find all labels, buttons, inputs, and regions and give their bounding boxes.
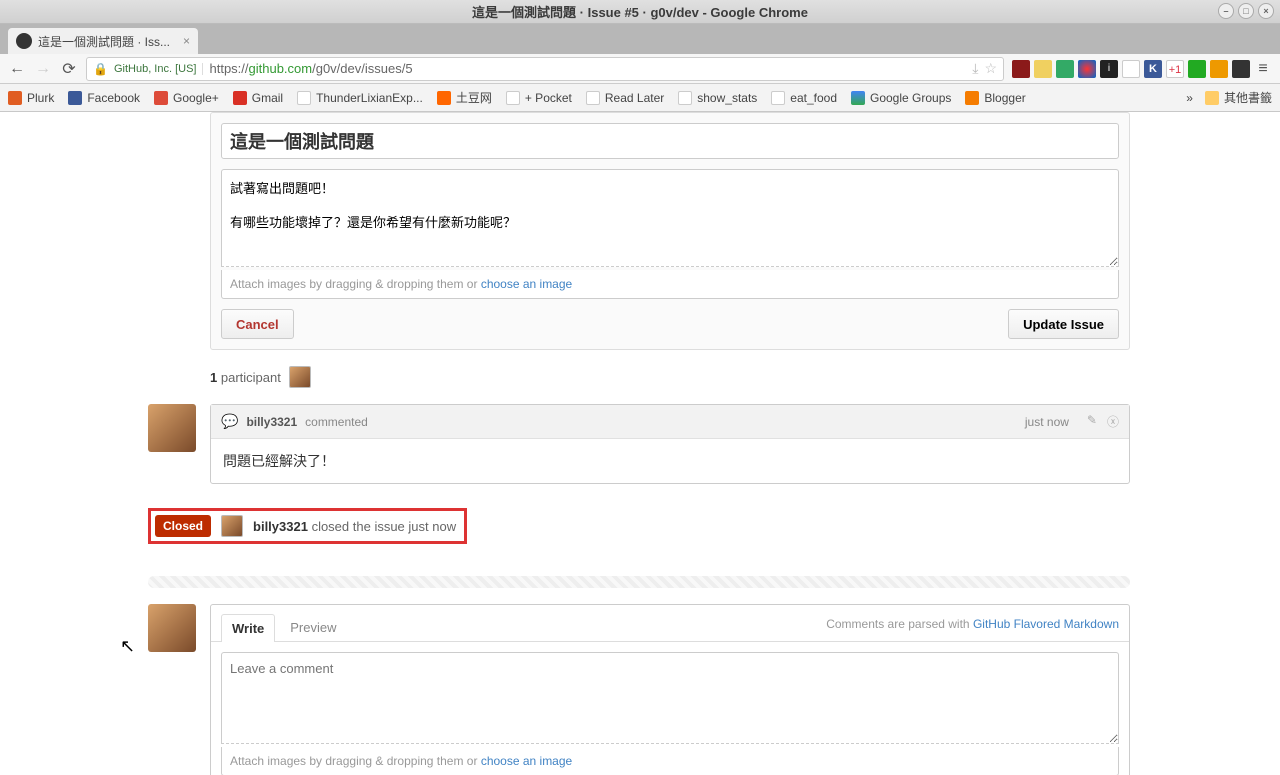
ext-icon[interactable]: [1078, 60, 1096, 78]
ext-icon[interactable]: [1056, 60, 1074, 78]
extension-icons: i K +1 ≡: [1012, 60, 1272, 78]
bookmark-item[interactable]: + Pocket: [506, 91, 572, 105]
url-text: https://github.com/g0v/dev/issues/5: [209, 61, 412, 76]
new-comment-box: Write Preview Comments are parsed with G…: [210, 604, 1130, 775]
choose-image-link[interactable]: choose an image: [481, 754, 572, 768]
bookmarks-bar: Plurk Facebook Google+ Gmail ThunderLixi…: [0, 84, 1280, 112]
markdown-hint: Comments are parsed with GitHub Flavored…: [826, 617, 1119, 637]
lock-icon: 🔒: [93, 62, 108, 76]
bookmark-item[interactable]: Google Groups: [851, 91, 951, 105]
gfm-link[interactable]: GitHub Flavored Markdown: [973, 617, 1119, 631]
github-favicon-icon: [16, 33, 32, 49]
bookmark-item[interactable]: ThunderLixianExp...: [297, 91, 423, 105]
tab-strip: 這是一個測試問題 · Iss... ×: [0, 24, 1280, 54]
back-icon[interactable]: ←: [8, 60, 26, 78]
other-bookmarks-folder[interactable]: 其他書籤: [1205, 89, 1272, 106]
attach-hint: Attach images by dragging & dropping the…: [221, 270, 1119, 299]
bookmark-item[interactable]: Google+: [154, 91, 219, 105]
comment-author[interactable]: billy3321: [246, 415, 297, 429]
timeline-divider: [148, 576, 1130, 588]
bookmark-item[interactable]: show_stats: [678, 91, 757, 105]
bookmark-item[interactable]: Read Later: [586, 91, 664, 105]
new-comment-textarea[interactable]: [221, 652, 1119, 744]
ev-cert-label: GitHub, Inc. [US]: [114, 63, 204, 75]
ext-icon[interactable]: i: [1100, 60, 1118, 78]
ext-icon[interactable]: [1210, 60, 1228, 78]
page-content: 試著寫出問題吧！ 有哪些功能壞掉了？還是你希望有什麼新功能呢？ Attach i…: [0, 112, 1280, 775]
issue-title-input[interactable]: [221, 123, 1119, 159]
bookmark-star-icon[interactable]: ☆: [984, 60, 997, 77]
comment-verb: commented: [305, 415, 368, 429]
bookmark-item[interactable]: eat_food: [771, 91, 837, 105]
pocket-save-icon[interactable]: ⤓: [972, 60, 978, 77]
bookmark-item[interactable]: Gmail: [233, 91, 283, 105]
comment-time: just now: [1025, 415, 1069, 429]
close-window-icon[interactable]: ×: [1258, 3, 1274, 19]
comment-body: 問題已經解決了！: [211, 439, 1129, 483]
issue-body-input[interactable]: 試著寫出問題吧！ 有哪些功能壞掉了？還是你希望有什麼新功能呢？: [221, 169, 1119, 267]
chrome-menu-icon[interactable]: ≡: [1254, 60, 1272, 78]
state-closed-badge: Closed: [155, 515, 211, 537]
bookmark-item[interactable]: Plurk: [8, 91, 54, 105]
tab-preview[interactable]: Preview: [279, 613, 347, 641]
ext-icon[interactable]: [1232, 60, 1250, 78]
ext-icon[interactable]: K: [1144, 60, 1162, 78]
forward-icon: →: [34, 60, 52, 78]
issue-edit-form: 試著寫出問題吧！ 有哪些功能壞掉了？還是你希望有什麼新功能呢？ Attach i…: [210, 112, 1130, 350]
event-avatar[interactable]: [221, 515, 243, 537]
participant-avatar[interactable]: [289, 366, 311, 388]
cancel-button[interactable]: Cancel: [221, 309, 294, 339]
tab-close-icon[interactable]: ×: [183, 34, 190, 48]
ext-icon[interactable]: [1034, 60, 1052, 78]
bookmarks-overflow-icon[interactable]: »: [1186, 91, 1193, 105]
reload-icon[interactable]: ⟳: [60, 60, 78, 78]
edit-comment-icon[interactable]: ✎: [1087, 413, 1097, 430]
ext-icon[interactable]: [1188, 60, 1206, 78]
minimize-icon[interactable]: –: [1218, 3, 1234, 19]
tab-write[interactable]: Write: [221, 614, 275, 642]
ext-icon[interactable]: [1012, 60, 1030, 78]
delete-comment-icon[interactable]: ⓧ: [1107, 413, 1119, 430]
bookmark-item[interactable]: 土豆网: [437, 89, 492, 106]
closed-event-text: billy3321 closed the issue just now: [253, 519, 456, 534]
nav-toolbar: ← → ⟳ 🔒 GitHub, Inc. [US] https://github…: [0, 54, 1280, 84]
participants-summary: 1 participant: [210, 366, 1130, 388]
choose-image-link[interactable]: choose an image: [481, 277, 572, 291]
ext-icon[interactable]: +1: [1166, 60, 1184, 78]
maximize-icon[interactable]: □: [1238, 3, 1254, 19]
comment: 💬 billy3321 commented just now ✎ ⓧ 問題已經解…: [210, 404, 1130, 484]
bookmark-item[interactable]: Facebook: [68, 91, 140, 105]
update-issue-button[interactable]: Update Issue: [1008, 309, 1119, 339]
browser-tab[interactable]: 這是一個測試問題 · Iss... ×: [8, 28, 198, 54]
window-titlebar: 這是一個測試問題 · Issue #5 · g0v/dev - Google C…: [0, 0, 1280, 24]
attach-hint: Attach images by dragging & dropping the…: [221, 747, 1119, 775]
closed-event-highlight: Closed billy3321 closed the issue just n…: [148, 508, 467, 544]
address-bar[interactable]: 🔒 GitHub, Inc. [US] https://github.com/g…: [86, 57, 1004, 81]
speech-bubble-icon: 💬: [221, 413, 238, 430]
window-title: 這是一個測試問題 · Issue #5 · g0v/dev - Google C…: [472, 2, 808, 21]
current-user-avatar[interactable]: [148, 604, 196, 652]
ext-icon[interactable]: [1122, 60, 1140, 78]
bookmark-item[interactable]: Blogger: [965, 91, 1025, 105]
commenter-avatar[interactable]: [148, 404, 196, 452]
tab-title: 這是一個測試問題 · Iss...: [38, 33, 170, 50]
cursor-icon: ↖: [120, 636, 135, 657]
